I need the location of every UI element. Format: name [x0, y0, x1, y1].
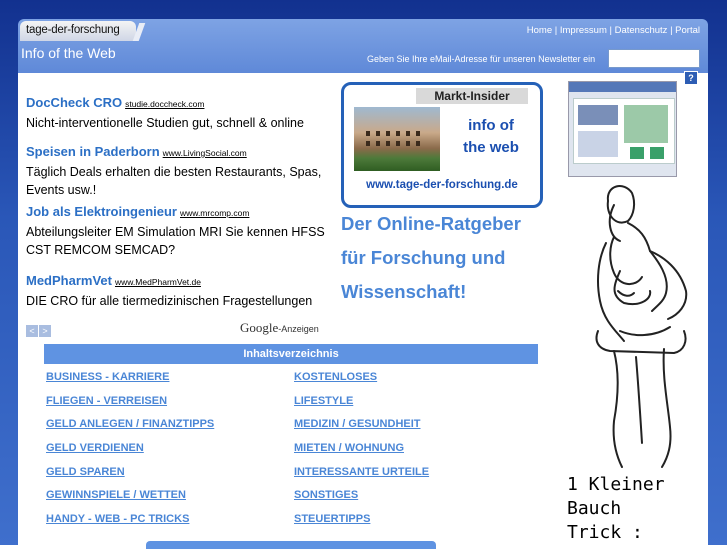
promo-slogan: info of the web — [448, 115, 534, 159]
index-link[interactable]: GELD ANLEGEN / FINANZTIPPS — [46, 417, 286, 441]
nav-portal[interactable]: Portal — [675, 25, 700, 36]
index-link[interactable]: BUSINESS - KARRIERE — [46, 370, 286, 394]
google-ads-suffix: -Anzeigen — [278, 324, 319, 334]
nav-home[interactable]: Home — [527, 25, 552, 36]
index-link[interactable]: HANDY - WEB - PC TRICKS — [46, 512, 286, 536]
google-brand: Google — [240, 320, 279, 335]
ratgeber-line3: Wissenschaft! — [341, 281, 467, 302]
main-content: DocCheck CRO studie.doccheck.com Nicht-in… — [18, 73, 708, 549]
ad-title[interactable]: DocCheck CRO — [26, 95, 122, 110]
index-link[interactable]: GEWINNSPIELE / WETTEN — [46, 488, 286, 512]
ad-url[interactable]: www.mrcomp.com — [180, 208, 249, 218]
ad-url[interactable]: www.MedPharmVet.de — [115, 277, 201, 287]
promo-heading: Markt-Insider — [416, 88, 528, 104]
site-logo[interactable]: tage-der-forschung — [26, 24, 120, 36]
bauch-trick-line1: 1 Kleiner Bauch — [567, 474, 665, 519]
bauch-trick-line2: Trick : — [567, 522, 643, 543]
ad-description: Abteilungsleiter EM Simulation MRI Sie k… — [26, 225, 325, 257]
index-link[interactable]: GELD SPAREN — [46, 465, 286, 489]
palace-photo — [354, 107, 440, 171]
index-heading: Inhaltsverzeichnis — [44, 344, 538, 364]
ad-title[interactable]: Speisen in Paderborn — [26, 144, 160, 159]
ratgeber-line2: für Forschung und — [341, 247, 506, 268]
index-link[interactable]: LIFESTYLE — [294, 394, 534, 418]
bottom-section-bar — [146, 541, 436, 549]
newsletter-email-input[interactable] — [608, 49, 700, 68]
ads-prev-button[interactable]: < — [26, 325, 38, 337]
google-ads-label[interactable]: Google-Anzeigen — [240, 320, 319, 336]
ad-item: Speisen in Paderborn www.LivingSocial.com… — [26, 143, 336, 199]
ratgeber-line1: Der Online-Ratgeber — [341, 213, 521, 234]
nav-impressum[interactable]: Impressum — [560, 25, 607, 36]
site-header: tage-der-forschung Home | Impressum | Da… — [18, 19, 708, 73]
ad-item: DocCheck CRO studie.doccheck.com Nicht-in… — [26, 94, 336, 132]
ad-description: Nicht-interventionelle Studien gut, schn… — [26, 116, 304, 130]
index-link[interactable]: KOSTENLOSES — [294, 370, 534, 394]
body-illustration[interactable] — [584, 181, 704, 471]
ad-title[interactable]: Job als Elektroingenieur — [26, 204, 177, 219]
ad-item: Job als Elektroingenieur www.mrcomp.com A… — [26, 203, 336, 259]
ad-description: Täglich Deals erhalten die besten Restau… — [26, 165, 322, 197]
promo-url: www.tage-der-forschung.de — [366, 179, 518, 191]
ad-url[interactable]: studie.doccheck.com — [125, 99, 204, 109]
ad-screenshot-thumbnail[interactable] — [568, 81, 677, 177]
help-icon[interactable]: ? — [684, 71, 698, 85]
promo-slogan-line2: the web — [463, 139, 519, 156]
nav-datenschutz[interactable]: Datenschutz — [615, 25, 668, 36]
ad-item: MedPharmVet www.MedPharmVet.de DIE CRO fü… — [26, 272, 336, 310]
index-link[interactable]: FLIEGEN - VERREISEN — [46, 394, 286, 418]
index-column-left: BUSINESS - KARRIERE FLIEGEN - VERREISEN … — [46, 370, 286, 536]
index-link[interactable]: STEUERTIPPS — [294, 512, 534, 536]
ratgeber-headline: Der Online-Ratgeber für Forschung und Wi… — [341, 207, 561, 309]
newsletter-label: Geben Sie Ihre eMail-Adresse für unseren… — [367, 54, 596, 64]
bauch-trick-ad[interactable]: 1 Kleiner Bauch Trick : — [567, 473, 708, 545]
index-link[interactable]: SONSTIGES — [294, 488, 534, 512]
ads-pagination: < > — [26, 321, 52, 339]
index-link[interactable]: MIETEN / WOHNUNG — [294, 441, 534, 465]
ad-title[interactable]: MedPharmVet — [26, 273, 112, 288]
index-column-right: KOSTENLOSES LIFESTYLE MEDIZIN / GESUNDHE… — [294, 370, 534, 536]
site-tagline: Info of the Web — [21, 45, 116, 61]
top-nav: Home | Impressum | Datenschutz | Portal — [526, 25, 700, 36]
index-link[interactable]: MEDIZIN / GESUNDHEIT — [294, 417, 534, 441]
promo-banner[interactable]: Markt-Insider info of the web www.tage-d… — [341, 82, 543, 208]
ads-next-button[interactable]: > — [39, 325, 51, 337]
ad-url[interactable]: www.LivingSocial.com — [163, 148, 247, 158]
ad-description: DIE CRO für alle tiermedizinischen Frage… — [26, 294, 313, 308]
logo-tab[interactable]: tage-der-forschung — [20, 21, 136, 41]
index-link[interactable]: GELD VERDIENEN — [46, 441, 286, 465]
promo-slogan-line1: info of — [468, 117, 514, 134]
index-link[interactable]: INTERESSANTE URTEILE — [294, 465, 534, 489]
